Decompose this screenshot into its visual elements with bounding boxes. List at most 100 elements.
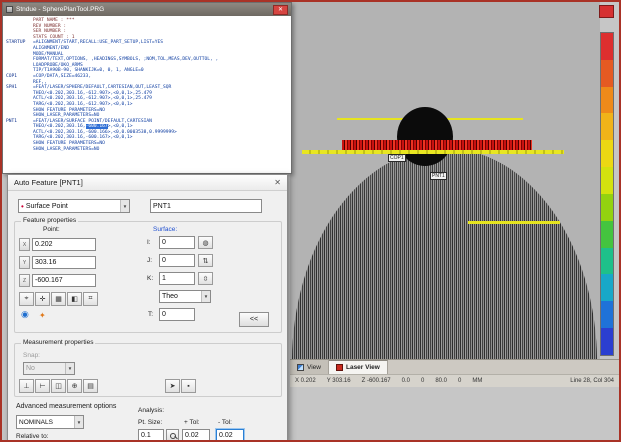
chevron-down-icon[interactable]: ▼ (201, 291, 210, 302)
status-bar: X 0.202Y 303.16Z -600.1670.0080.00MMLine… (290, 374, 619, 387)
t-label: T: (148, 311, 153, 318)
crosshair-icon[interactable]: ⊕ (67, 379, 82, 393)
plus-tol-label: + Tol: (184, 419, 200, 426)
nominals-select[interactable]: NOMINALS ▼ (16, 415, 84, 429)
surface-k-input[interactable] (159, 272, 195, 285)
chevron-down-icon: ▼ (65, 363, 74, 374)
y-axis-box[interactable]: Y (19, 256, 30, 269)
color-scale-segment (601, 248, 613, 275)
perpendicular-icon[interactable]: ⊥ (19, 379, 34, 393)
scale-top-swatch (599, 5, 614, 18)
pnt-feature-label: PNT1 (430, 172, 447, 180)
feature-properties-label: Feature properties (21, 217, 78, 224)
feature-type-select[interactable]: • Surface Point ▼ (18, 199, 130, 213)
advanced-options-label: Advanced measurement options (16, 403, 116, 410)
pointer-icon[interactable]: ➤ (165, 379, 180, 393)
rows-icon[interactable]: ▤ (83, 379, 98, 393)
edge-point-icon[interactable]: ⊢ (35, 379, 50, 393)
point-y-input[interactable] (32, 256, 96, 269)
measurement-properties-label: Measurement properties (21, 339, 95, 346)
magnifier-button[interactable] (166, 429, 179, 442)
j-label: J: (147, 257, 152, 264)
measurement-properties-group: Measurement properties Snap: No ▼ ⊥⊢◫⊕▤ … (14, 343, 282, 397)
color-scale-segment (601, 33, 613, 60)
laser-tab-icon (336, 364, 343, 371)
dialog-close-icon[interactable]: ✕ (274, 178, 281, 187)
color-scale-segment (601, 60, 613, 87)
surface-vector-icon[interactable]: ◍ (198, 236, 213, 249)
theo-select[interactable]: Theo ▼ (159, 290, 211, 303)
view-tab-icon (297, 364, 304, 371)
measurement-toolbar-right: ➤▪ (165, 379, 196, 393)
snap-value: No (26, 365, 35, 372)
window-icon[interactable]: ◫ (51, 379, 66, 393)
pt-size-input[interactable] (138, 429, 164, 442)
spin-updown-icon[interactable]: ⇅ (198, 254, 213, 267)
edit-window: Stndue - SpherePlanTool.PRG ✕ PART NAME … (2, 2, 292, 174)
status-item: 0.0 (402, 378, 410, 384)
snap-select: No ▼ (23, 362, 75, 375)
tab-laser-view[interactable]: Laser View (329, 360, 388, 374)
cop-feature-label: COP1 (388, 154, 406, 162)
snap-label: Snap: (23, 352, 40, 359)
color-scale-segment (601, 140, 613, 167)
edit-window-titlebar[interactable]: Stndue - SpherePlanTool.PRG ✕ (3, 3, 291, 16)
collapse-button[interactable]: << (239, 312, 269, 327)
tab-view-label: View (307, 364, 321, 371)
dialog-titlebar[interactable]: Auto Feature [PNT1] ✕ (8, 175, 287, 191)
edit-window-title: Stndue - SpherePlanTool.PRG (16, 6, 104, 13)
measurement-toolbar: ⊥⊢◫⊕▤ (19, 379, 98, 393)
point-z-input[interactable] (32, 274, 96, 287)
status-item: Z -600.167 (362, 378, 391, 384)
measure-now-icon[interactable]: ◉ (21, 310, 29, 319)
surface-i-input[interactable] (159, 236, 195, 249)
laser-viewport[interactable]: COP1 PNT1 (290, 2, 600, 359)
pattern-icon[interactable]: ▦ (51, 292, 66, 306)
color-scale-segment (601, 113, 613, 140)
scanline-right (468, 221, 560, 224)
scanline-middle (302, 150, 564, 154)
tab-laser-view-label: Laser View (346, 364, 380, 371)
z-axis-box[interactable]: Z (19, 274, 30, 287)
auto-feature-dialog: Auto Feature [PNT1] ✕ • Surface Point ▼ … (7, 174, 288, 442)
color-scale-segment (601, 194, 613, 221)
i-label: I: (147, 239, 151, 246)
solid-box-icon[interactable]: ▪ (181, 379, 196, 393)
dialog-body: • Surface Point ▼ Feature properties Poi… (8, 191, 287, 442)
t-input[interactable] (159, 308, 195, 321)
line-col-indicator: Line 28, Col 304 (570, 378, 614, 384)
point-toolbar: ⌖✛▦◧⌗ (19, 292, 98, 306)
view-tabbar: View Laser View (290, 359, 619, 374)
plus-tol-input[interactable] (182, 429, 210, 442)
grid-icon[interactable]: ⌗ (83, 292, 98, 306)
color-scale-segment (601, 167, 613, 194)
minus-tol-input[interactable] (216, 429, 244, 442)
close-icon[interactable]: ✕ (273, 5, 288, 15)
code-line: SHOW_LASER_PARAMETERS=NO (6, 147, 290, 153)
find-nominal-icon[interactable]: ⌖ (19, 292, 34, 306)
box-select-icon[interactable]: ◧ (67, 292, 82, 306)
point-label: Point: (43, 226, 60, 233)
theo-value: Theo (162, 293, 178, 300)
x-axis-box[interactable]: X (19, 238, 30, 251)
chevron-down-icon[interactable]: ▼ (74, 416, 83, 428)
status-item: Y 303.16 (327, 378, 351, 384)
analysis-label: Analysis: (138, 407, 164, 414)
magnifier-icon (170, 433, 176, 439)
relative-to-label: Relative to: (16, 433, 49, 440)
deviation-color-scale (600, 32, 614, 356)
flip-normal-icon[interactable]: ✦ (39, 311, 46, 320)
color-scale-segment (601, 328, 613, 355)
code-area[interactable]: PART NAME : ***REV NUMBER :SER NUMBER :S… (3, 16, 291, 173)
status-item: 0 (458, 378, 461, 384)
flip-vector-icon[interactable]: ⇳ (198, 272, 213, 285)
snap-point-icon[interactable]: ✛ (35, 292, 50, 306)
point-x-input[interactable] (32, 238, 96, 251)
chevron-down-icon[interactable]: ▼ (120, 200, 129, 212)
surface-label: Surface: (153, 226, 177, 233)
surface-j-input[interactable] (159, 254, 195, 267)
tab-view[interactable]: View (290, 360, 329, 374)
app-icon (6, 6, 13, 13)
pt-size-label: Pt. Size: (138, 419, 162, 426)
feature-name-input[interactable] (150, 199, 262, 213)
